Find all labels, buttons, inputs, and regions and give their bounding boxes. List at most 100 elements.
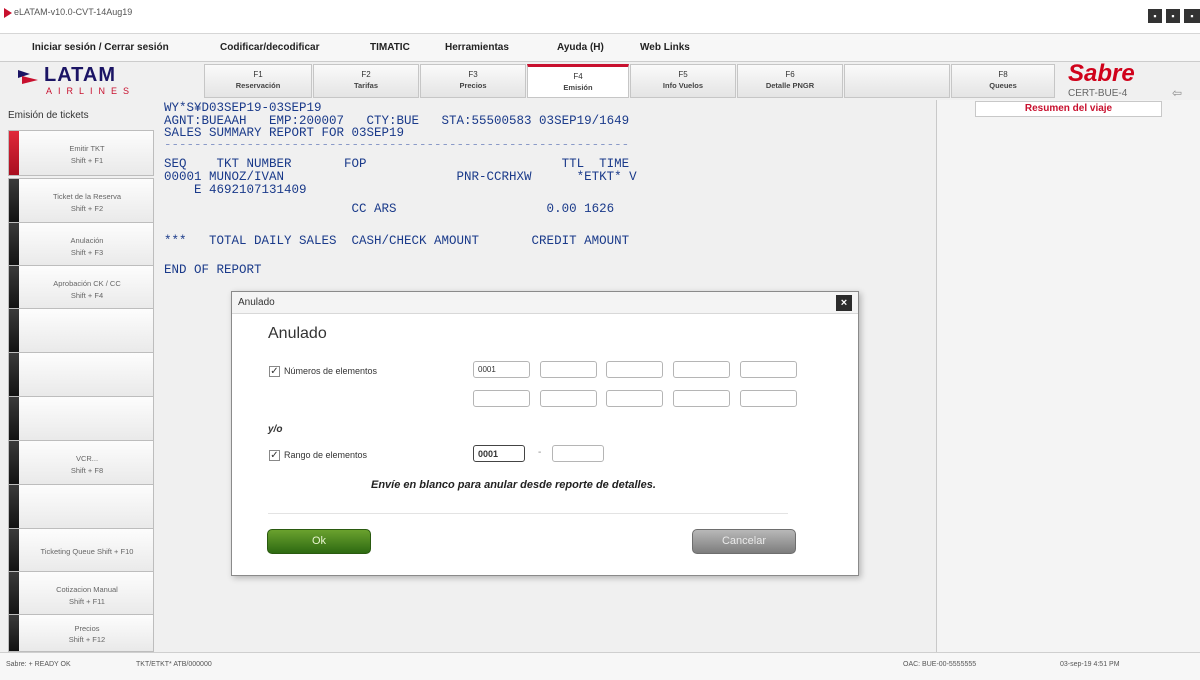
- sidebar-btn-emitir-tkt[interactable]: Emitir TKT Shift + F1: [8, 130, 154, 176]
- range-dash: -: [538, 447, 542, 458]
- sidebar-btn-shortcut: Shift + F4: [70, 291, 104, 300]
- tab-key: F4: [573, 72, 583, 81]
- rango-from-field[interactable]: 0001: [473, 445, 525, 462]
- terminal-line: CC ARS 0.00 1626: [164, 202, 615, 216]
- tab-label: Precios: [459, 81, 487, 90]
- sidebar-btn-precios[interactable]: Precios Shift + F12: [8, 614, 154, 652]
- numero-field-5[interactable]: [740, 361, 797, 378]
- sidebar-btn-label: Aprobación CK / CC: [53, 279, 121, 288]
- sidebar-btn-vcr[interactable]: VCR... Shift + F8: [8, 440, 154, 486]
- tab-f4-emision[interactable]: F4 Emisión: [527, 64, 629, 98]
- sidebar-btn-shortcut: Shift + F12: [68, 635, 106, 644]
- numero-field-4[interactable]: [673, 361, 730, 378]
- rango-to-field[interactable]: [552, 445, 604, 462]
- sidebar-btn-shortcut: Shift + F2: [70, 204, 104, 213]
- latam-logo-icon: [18, 70, 38, 84]
- menu-timatic[interactable]: TIMATIC: [370, 42, 410, 53]
- tab-resumen-viaje[interactable]: Resumen del viaje: [975, 101, 1162, 117]
- sidebar-btn-label: Ticketing Queue Shift + F10: [40, 547, 134, 556]
- sidebar-btn-label: Anulación: [70, 236, 104, 245]
- latam-logo: LATAM AIRLINES: [18, 64, 158, 102]
- status-mid: TKT/ETKT* ATB/000000: [136, 661, 212, 668]
- sidebar-btn-label: Precios: [74, 624, 100, 633]
- sidebar-btn-label: Ticket de la Reserva: [52, 192, 122, 201]
- menu-login[interactable]: Iniciar sesión / Cerrar sesión: [32, 42, 169, 53]
- numero-field-6[interactable]: [473, 390, 530, 407]
- numero-field-7[interactable]: [540, 390, 597, 407]
- ok-button[interactable]: Ok: [267, 529, 371, 554]
- numero-field-1[interactable]: 0001: [473, 361, 530, 378]
- numero-field-2[interactable]: [540, 361, 597, 378]
- sabre-logo: Sabre: [1068, 60, 1135, 87]
- rango-checkbox[interactable]: ✓: [269, 450, 280, 461]
- logo-subtext: AIRLINES: [46, 86, 136, 96]
- status-datetime: 03-sep-19 4:51 PM: [1060, 661, 1120, 668]
- close-window-button[interactable]: ▪: [1184, 9, 1200, 23]
- tab-key: F8: [998, 70, 1008, 79]
- status-bar: Sabre: + READY OK TKT/ETKT* ATB/000000 O…: [0, 652, 1200, 680]
- dialog-close-button[interactable]: ×: [836, 295, 852, 311]
- tab-f8-queues[interactable]: F8 Queues: [951, 64, 1055, 98]
- terminal-line: WY*S¥D03SEP19-03SEP19: [164, 101, 322, 115]
- share-icon[interactable]: ⇦: [1172, 86, 1182, 100]
- dialog-title: Anulado: [238, 297, 275, 308]
- sidebar-btn-empty[interactable]: [8, 352, 154, 398]
- tab-label: Queues: [989, 81, 1017, 90]
- dialog-heading: Anulado: [268, 325, 327, 342]
- sidebar-btn-ticket-reserva[interactable]: Ticket de la Reserva Shift + F2: [8, 178, 154, 224]
- tab-label: Detalle PNGR: [765, 81, 815, 90]
- logo-text: LATAM: [44, 64, 117, 86]
- minimize-button[interactable]: ▪: [1148, 9, 1162, 23]
- sidebar-btn-empty[interactable]: [8, 308, 154, 354]
- sidebar-btn-shortcut: Shift + F11: [69, 597, 105, 606]
- terminal-line: 00001 MUNOZ/IVAN PNR-CCRHXW *ETKT* V: [164, 170, 637, 184]
- numero-field-9[interactable]: [673, 390, 730, 407]
- sidebar-btn-empty[interactable]: [8, 484, 154, 530]
- cancel-button[interactable]: Cancelar: [692, 529, 796, 554]
- anulado-dialog: Anulado × Anulado ✓ Números de elementos…: [231, 291, 859, 576]
- tab-f3-precios[interactable]: F3 Precios: [420, 64, 526, 98]
- numeros-checkbox[interactable]: ✓: [269, 366, 280, 377]
- tab-label: Info Vuelos: [662, 81, 704, 90]
- tab-label: Reservación: [235, 81, 281, 90]
- tab-f5-info-vuelos[interactable]: F5 Info Vuelos: [630, 64, 736, 98]
- menu-weblinks[interactable]: Web Links: [640, 42, 690, 53]
- trip-summary-panel: [936, 100, 1200, 652]
- sidebar-btn-label: VCR...: [75, 454, 99, 463]
- tab-f2-tarifas[interactable]: F2 Tarifas: [313, 64, 419, 98]
- tab-f1-reservacion[interactable]: F1 Reservación: [204, 64, 312, 98]
- sidebar-btn-cotizacion-manual[interactable]: Cotizacion Manual Shift + F11: [8, 571, 154, 617]
- sidebar-btn-aprobacion[interactable]: Aprobación CK / CC Shift + F4: [8, 265, 154, 311]
- tab-f6-detalle-pngr[interactable]: F6 Detalle PNGR: [737, 64, 843, 98]
- tab-key: F1: [253, 70, 263, 79]
- tab-key: F5: [678, 70, 688, 79]
- terminal-line: E 4692107131409: [164, 183, 307, 197]
- sidebar-btn-shortcut: Shift + F3: [70, 248, 104, 257]
- sidebar-btn-empty[interactable]: [8, 396, 154, 442]
- numero-field-3[interactable]: [606, 361, 663, 378]
- app-icon: [4, 8, 12, 18]
- sidebar-btn-ticketing-queue[interactable]: Ticketing Queue Shift + F10: [8, 528, 154, 574]
- menu-herramientas[interactable]: Herramientas: [445, 42, 509, 53]
- sidebar-btn-anulacion[interactable]: Anulación Shift + F3: [8, 222, 154, 268]
- tab-label: Emisión: [563, 83, 593, 92]
- status-office: OAC: BUE-00-5555555: [903, 661, 977, 668]
- terminal-line: SEQ TKT NUMBER FOP TTL TIME: [164, 157, 630, 171]
- menu-ayuda[interactable]: Ayuda (H): [557, 42, 604, 53]
- terminal-line: ----------------------------------------…: [164, 138, 630, 152]
- menu-codificar[interactable]: Codificar/decodificar: [220, 42, 319, 53]
- sidebar-title: Emisión de tickets: [8, 110, 89, 121]
- tab-empty[interactable]: [844, 64, 950, 98]
- window-titlebar: eLATAM-v10.0-CVT-14Aug19 ▪ ▪ ▪: [0, 0, 1200, 34]
- menu-bar: Iniciar sesión / Cerrar sesión Codificar…: [0, 34, 1200, 62]
- maximize-button[interactable]: ▪: [1166, 9, 1180, 23]
- numero-field-8[interactable]: [606, 390, 663, 407]
- numero-field-10[interactable]: [740, 390, 797, 407]
- tab-key: F3: [468, 70, 478, 79]
- dialog-separator: [268, 513, 788, 514]
- sidebar-btn-label: Emitir TKT: [69, 144, 105, 153]
- cert-label: CERT-BUE-4: [1068, 88, 1128, 99]
- numeros-label: Números de elementos: [284, 366, 378, 376]
- dialog-titlebar: Anulado ×: [232, 292, 858, 314]
- tab-label: Tarifas: [353, 81, 379, 90]
